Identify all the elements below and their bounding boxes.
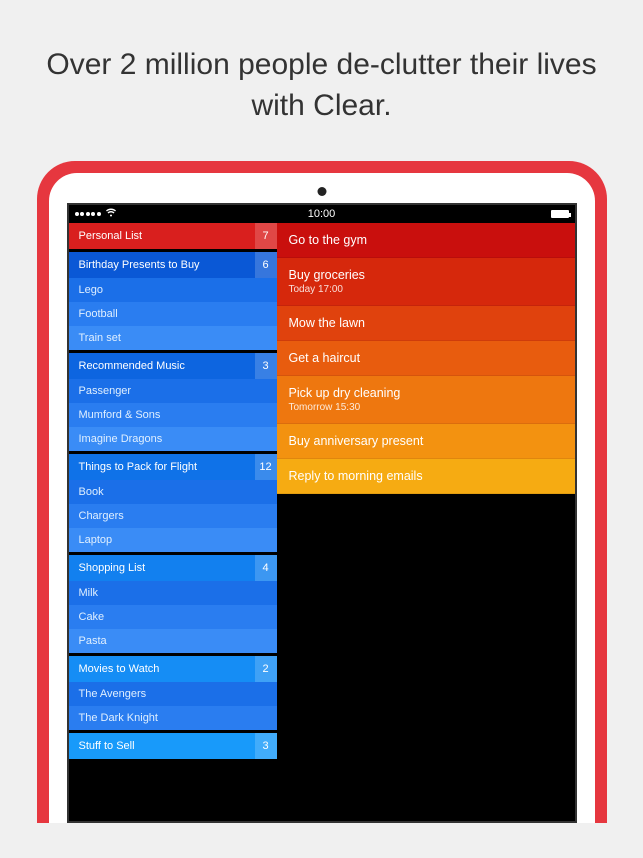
list-item[interactable]: Laptop xyxy=(69,528,277,552)
list-item[interactable]: Cake xyxy=(69,605,277,629)
list-count-badge: 3 xyxy=(255,733,277,759)
list-title: Birthday Presents to Buy xyxy=(79,259,200,271)
list-item[interactable]: Football xyxy=(69,302,277,326)
task-item[interactable]: Reply to morning emails xyxy=(277,459,575,494)
signal-indicator xyxy=(75,208,117,220)
task-title: Go to the gym xyxy=(289,233,563,247)
task-title: Pick up dry cleaning xyxy=(289,386,563,400)
task-title: Mow the lawn xyxy=(289,316,563,330)
list-item[interactable]: The Dark Knight xyxy=(69,706,277,730)
task-item[interactable]: Go to the gym xyxy=(277,223,575,258)
ipad-bezel: 10:00 Personal List 7 Birthday Presents to… xyxy=(49,173,595,823)
list-title: Movies to Watch xyxy=(79,663,160,675)
task-item[interactable]: Pick up dry cleaning Tomorrow 15:30 xyxy=(277,376,575,424)
list-header[interactable]: Personal List 7 xyxy=(69,223,277,249)
signal-dots-icon xyxy=(75,212,101,216)
list-header[interactable]: Movies to Watch 2 xyxy=(69,656,277,682)
status-bar: 10:00 xyxy=(69,205,575,223)
task-subtitle: Tomorrow 15:30 xyxy=(289,402,563,413)
list-group: Personal List 7 xyxy=(69,223,277,249)
list-item[interactable]: Lego xyxy=(69,278,277,302)
list-group: Birthday Presents to Buy 6LegoFootballTra… xyxy=(69,252,277,350)
list-title: Personal List xyxy=(79,230,143,242)
list-count-badge: 3 xyxy=(255,353,277,379)
task-title: Reply to morning emails xyxy=(289,469,563,483)
app-screen: 10:00 Personal List 7 Birthday Presents to… xyxy=(67,203,577,823)
camera-icon xyxy=(317,187,326,196)
app-body: Personal List7Birthday Presents to Buy6L… xyxy=(69,223,575,821)
task-title: Buy anniversary present xyxy=(289,434,563,448)
tasks-panel[interactable]: Go to the gym Buy groceries Today 17:00 Mow… xyxy=(277,223,575,821)
list-count-badge: 12 xyxy=(255,454,277,480)
list-title: Recommended Music xyxy=(79,360,185,372)
task-item[interactable]: Get a haircut xyxy=(277,341,575,376)
task-title: Get a haircut xyxy=(289,351,563,365)
list-item[interactable]: Book xyxy=(69,480,277,504)
ipad-frame: 10:00 Personal List 7 Birthday Presents to… xyxy=(37,161,607,823)
task-item[interactable]: Mow the lawn xyxy=(277,306,575,341)
list-group: Stuff to Sell 3 xyxy=(69,733,277,759)
task-title: Buy groceries xyxy=(289,268,563,282)
battery-icon xyxy=(551,210,569,218)
list-title: Stuff to Sell xyxy=(79,740,135,752)
list-title: Shopping List xyxy=(79,562,146,574)
list-header[interactable]: Stuff to Sell 3 xyxy=(69,733,277,759)
list-group: Movies to Watch 2The AvengersThe Dark Kni… xyxy=(69,656,277,730)
list-item[interactable]: Milk xyxy=(69,581,277,605)
list-header[interactable]: Recommended Music 3 xyxy=(69,353,277,379)
status-time: 10:00 xyxy=(308,208,336,220)
lists-sidebar[interactable]: Personal List7Birthday Presents to Buy6L… xyxy=(69,223,277,821)
task-item[interactable]: Buy groceries Today 17:00 xyxy=(277,258,575,306)
task-subtitle: Today 17:00 xyxy=(289,284,563,295)
list-item[interactable]: The Avengers xyxy=(69,682,277,706)
list-item[interactable]: Mumford & Sons xyxy=(69,403,277,427)
list-group: Shopping List 4MilkCakePasta xyxy=(69,555,277,653)
list-header[interactable]: Birthday Presents to Buy 6 xyxy=(69,252,277,278)
list-count-badge: 6 xyxy=(255,252,277,278)
list-item[interactable]: Pasta xyxy=(69,629,277,653)
list-item[interactable]: Chargers xyxy=(69,504,277,528)
list-count-badge: 4 xyxy=(255,555,277,581)
list-count-badge: 2 xyxy=(255,656,277,682)
list-item[interactable]: Imagine Dragons xyxy=(69,427,277,451)
list-group: Things to Pack for Flight 12BookChargersL… xyxy=(69,454,277,552)
list-header[interactable]: Shopping List 4 xyxy=(69,555,277,581)
list-title: Things to Pack for Flight xyxy=(79,461,198,473)
list-item[interactable]: Passenger xyxy=(69,379,277,403)
list-header[interactable]: Things to Pack for Flight 12 xyxy=(69,454,277,480)
list-group: Recommended Music 3PassengerMumford & Son… xyxy=(69,353,277,451)
marketing-headline: Over 2 million people de-clutter their l… xyxy=(0,0,643,161)
list-count-badge: 7 xyxy=(255,223,277,249)
wifi-icon xyxy=(105,208,117,220)
list-item[interactable]: Train set xyxy=(69,326,277,350)
task-item[interactable]: Buy anniversary present xyxy=(277,424,575,459)
